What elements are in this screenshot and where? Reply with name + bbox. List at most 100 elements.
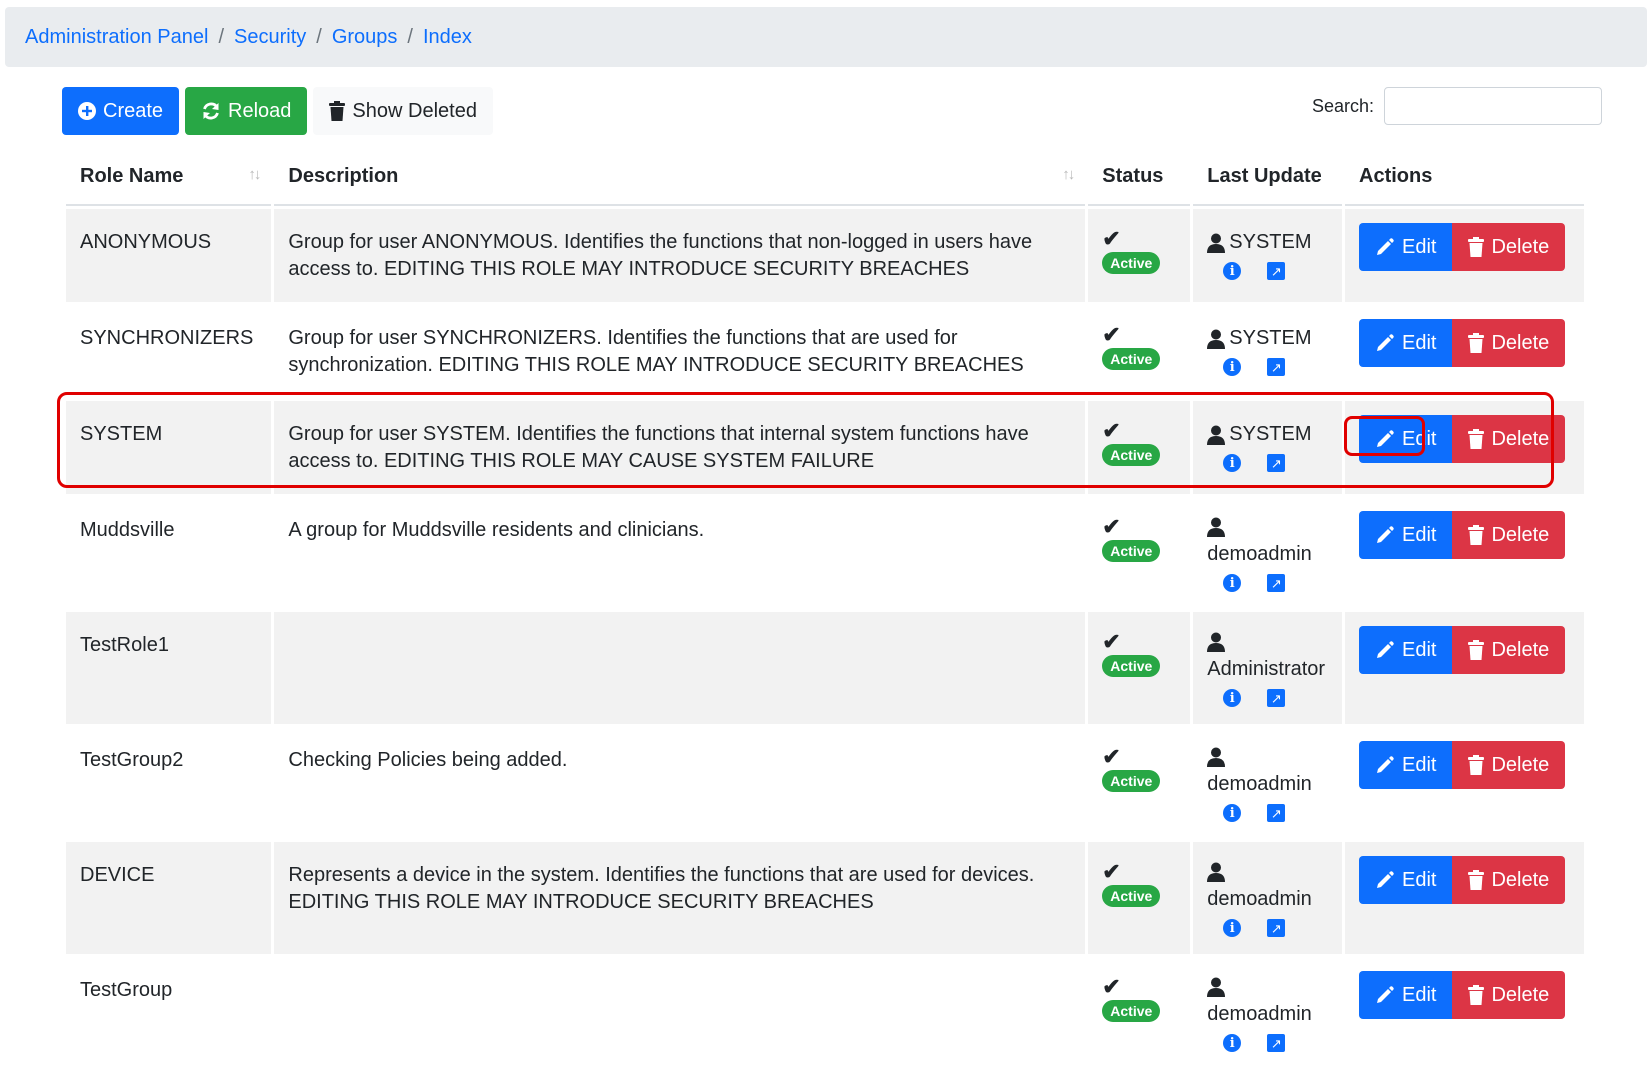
edit-button[interactable]: Edit (1359, 971, 1453, 1019)
info-icon[interactable]: i (1223, 689, 1242, 707)
update-links: i ↗ (1207, 919, 1328, 937)
show-deleted-button[interactable]: Show Deleted (313, 87, 493, 135)
breadcrumb-groups[interactable]: Groups (332, 26, 398, 49)
delete-button[interactable]: Delete (1452, 511, 1566, 559)
edit-button[interactable]: Edit (1359, 319, 1453, 367)
sort-icon[interactable]: ↑↓ (248, 166, 261, 183)
role-name-cell: SYNCHRONIZERS (66, 305, 271, 398)
update-links: i ↗ (1207, 454, 1328, 472)
delete-button[interactable]: Delete (1452, 856, 1566, 904)
edit-button[interactable]: Edit (1359, 741, 1453, 789)
search-input[interactable] (1384, 87, 1602, 125)
user-icon (1207, 747, 1226, 767)
check-icon: ✔ (1102, 514, 1121, 539)
external-link-icon[interactable]: ↗ (1267, 574, 1286, 592)
delete-button[interactable]: Delete (1452, 741, 1566, 789)
edit-button[interactable]: Edit (1359, 856, 1453, 904)
last-update-cell: demoadmin i ↗ (1193, 497, 1342, 609)
trash-icon (1468, 870, 1485, 890)
table-row: SYNCHRONIZERS Group for user SYNCHRONIZE… (66, 305, 1584, 398)
edit-button[interactable]: Edit (1359, 511, 1453, 559)
sort-icon[interactable]: ↑↓ (1062, 166, 1075, 183)
trash-icon (329, 101, 346, 121)
updated-by-name: SYSTEM (1229, 423, 1312, 445)
role-name-cell: TestGroup (66, 957, 271, 1062)
status-cell: ✔ Active (1088, 497, 1190, 609)
pencil-icon (1377, 641, 1394, 658)
status-badge: Active (1102, 1000, 1161, 1022)
status-badge: Active (1102, 655, 1161, 677)
user-icon (1207, 977, 1226, 997)
external-link-icon[interactable]: ↗ (1267, 358, 1286, 376)
delete-button[interactable]: Delete (1452, 415, 1566, 463)
role-name-cell: SYSTEM (66, 401, 272, 494)
role-description: Represents a device in the system. Ident… (288, 864, 1035, 913)
check-icon: ✔ (1102, 859, 1121, 884)
last-update-cell: demoadmin i ↗ (1193, 842, 1342, 954)
role-name-cell: TestGroup2 (66, 727, 271, 839)
column-header-description[interactable]: Description ↑↓ (274, 148, 1086, 206)
delete-button[interactable]: Delete (1452, 223, 1566, 271)
actions-cell: Edit Delete (1345, 209, 1584, 302)
last-update-cell: SYSTEM i ↗ (1193, 305, 1342, 398)
delete-button-label: Delete (1491, 638, 1550, 661)
table-row: TestGroup ✔ Active demoadmin i ↗ Edit De… (66, 957, 1584, 1062)
updated-by-name: demoadmin (1207, 1003, 1312, 1025)
info-icon[interactable]: i (1223, 574, 1242, 592)
column-header-role-name[interactable]: Role Name ↑↓ (66, 148, 272, 206)
role-name-cell: DEVICE (66, 842, 272, 954)
delete-button-label: Delete (1491, 983, 1550, 1006)
breadcrumb-security[interactable]: Security (234, 26, 306, 49)
update-links: i ↗ (1207, 358, 1328, 376)
trash-icon (1468, 525, 1485, 545)
table-row: TestGroup2 Checking Policies being added… (66, 727, 1584, 839)
row-actions: Edit Delete (1359, 415, 1570, 463)
create-button[interactable]: Create (62, 87, 180, 135)
update-links: i ↗ (1207, 1034, 1328, 1052)
info-icon[interactable]: i (1223, 262, 1242, 280)
row-actions: Edit Delete (1359, 856, 1570, 904)
breadcrumb-separator: / (218, 25, 224, 48)
trash-icon (1468, 640, 1485, 660)
last-update-cell: SYSTEM i ↗ (1193, 401, 1342, 494)
breadcrumb-administration-panel[interactable]: Administration Panel (25, 26, 208, 49)
edit-button[interactable]: Edit (1359, 626, 1453, 674)
reload-button[interactable]: Reload (185, 87, 308, 135)
info-icon[interactable]: i (1223, 919, 1242, 937)
delete-button[interactable]: Delete (1452, 626, 1566, 674)
status-badge: Active (1102, 770, 1161, 792)
external-link-icon[interactable]: ↗ (1267, 804, 1286, 822)
role-name: DEVICE (80, 864, 155, 886)
updated-by: SYSTEM (1207, 229, 1328, 256)
row-actions: Edit Delete (1359, 626, 1570, 674)
last-update-cell: SYSTEM i ↗ (1193, 209, 1342, 302)
status-badge: Active (1102, 348, 1161, 370)
info-icon[interactable]: i (1223, 454, 1242, 472)
info-icon[interactable]: i (1223, 358, 1242, 376)
updated-by: demoadmin (1207, 977, 1328, 1028)
external-link-icon[interactable]: ↗ (1267, 454, 1286, 472)
pencil-icon (1377, 430, 1394, 447)
external-link-icon[interactable]: ↗ (1267, 262, 1286, 280)
row-actions: Edit Delete (1359, 319, 1570, 367)
info-icon[interactable]: i (1223, 804, 1242, 822)
breadcrumb-index[interactable]: Index (423, 26, 472, 49)
update-links: i ↗ (1207, 262, 1328, 280)
edit-button[interactable]: Edit (1359, 223, 1453, 271)
table-row: ANONYMOUS Group for user ANONYMOUS. Iden… (66, 209, 1584, 302)
updated-by: demoadmin (1207, 747, 1328, 798)
updated-by-name: demoadmin (1207, 888, 1312, 910)
edit-button-label: Edit (1402, 983, 1437, 1006)
external-link-icon[interactable]: ↗ (1267, 689, 1286, 707)
external-link-icon[interactable]: ↗ (1267, 1034, 1286, 1052)
delete-button[interactable]: Delete (1452, 319, 1566, 367)
role-name: TestRole1 (80, 634, 169, 656)
actions-cell: Edit Delete (1345, 727, 1584, 839)
description-cell: Represents a device in the system. Ident… (274, 842, 1086, 954)
info-icon[interactable]: i (1223, 1034, 1242, 1052)
external-link-icon[interactable]: ↗ (1267, 919, 1286, 937)
column-header-last-update: Last Update (1193, 148, 1342, 206)
delete-button[interactable]: Delete (1452, 971, 1566, 1019)
edit-button[interactable]: Edit (1359, 415, 1453, 463)
delete-button-label: Delete (1491, 427, 1550, 450)
